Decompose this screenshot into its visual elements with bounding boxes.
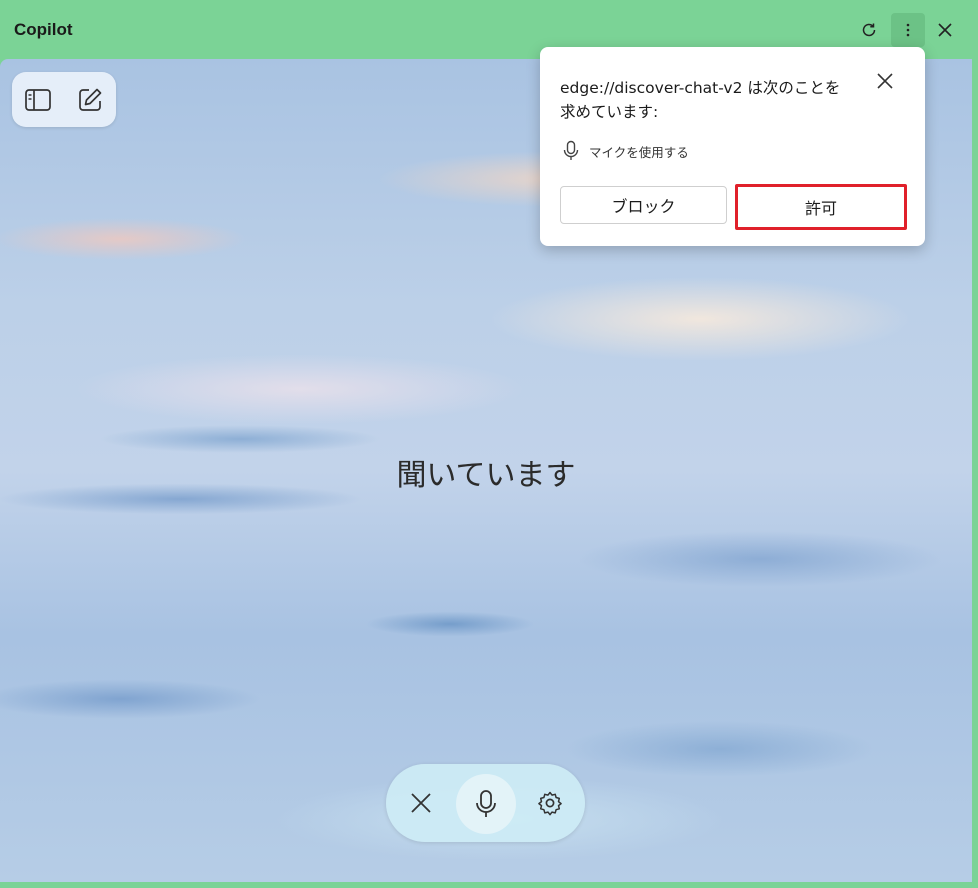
refresh-button[interactable]: [852, 13, 886, 47]
end-voice-button[interactable]: [408, 783, 434, 823]
gear-icon: [538, 791, 562, 816]
sidebar-icon: [25, 88, 51, 111]
permission-item: マイクを使用する: [562, 140, 689, 162]
close-icon: [877, 73, 893, 89]
settings-button[interactable]: [534, 783, 566, 823]
refresh-icon: [862, 23, 876, 37]
edit-icon: [79, 88, 102, 111]
permission-message: edge://discover-chat-v2 は次のことを求めています:: [560, 79, 841, 121]
window-title: Copilot: [14, 20, 73, 39]
microphone-icon: [476, 790, 496, 817]
permission-label: マイクを使用する: [589, 144, 689, 160]
close-window-button[interactable]: [928, 13, 962, 47]
more-vertical-icon: [906, 23, 910, 37]
sidebar-toggle-button[interactable]: [20, 82, 56, 118]
close-icon: [411, 793, 431, 813]
block-button[interactable]: ブロック: [560, 186, 727, 224]
new-chat-button[interactable]: [72, 82, 108, 118]
listening-status: 聞いています: [396, 458, 576, 493]
close-icon: [938, 23, 952, 37]
more-options-button[interactable]: [891, 13, 925, 47]
allow-button[interactable]: 許可: [735, 184, 907, 230]
microphone-button[interactable]: [456, 774, 516, 834]
popup-close-button[interactable]: [872, 68, 898, 94]
microphone-icon: [563, 140, 579, 160]
top-left-toolbar: [12, 72, 116, 127]
